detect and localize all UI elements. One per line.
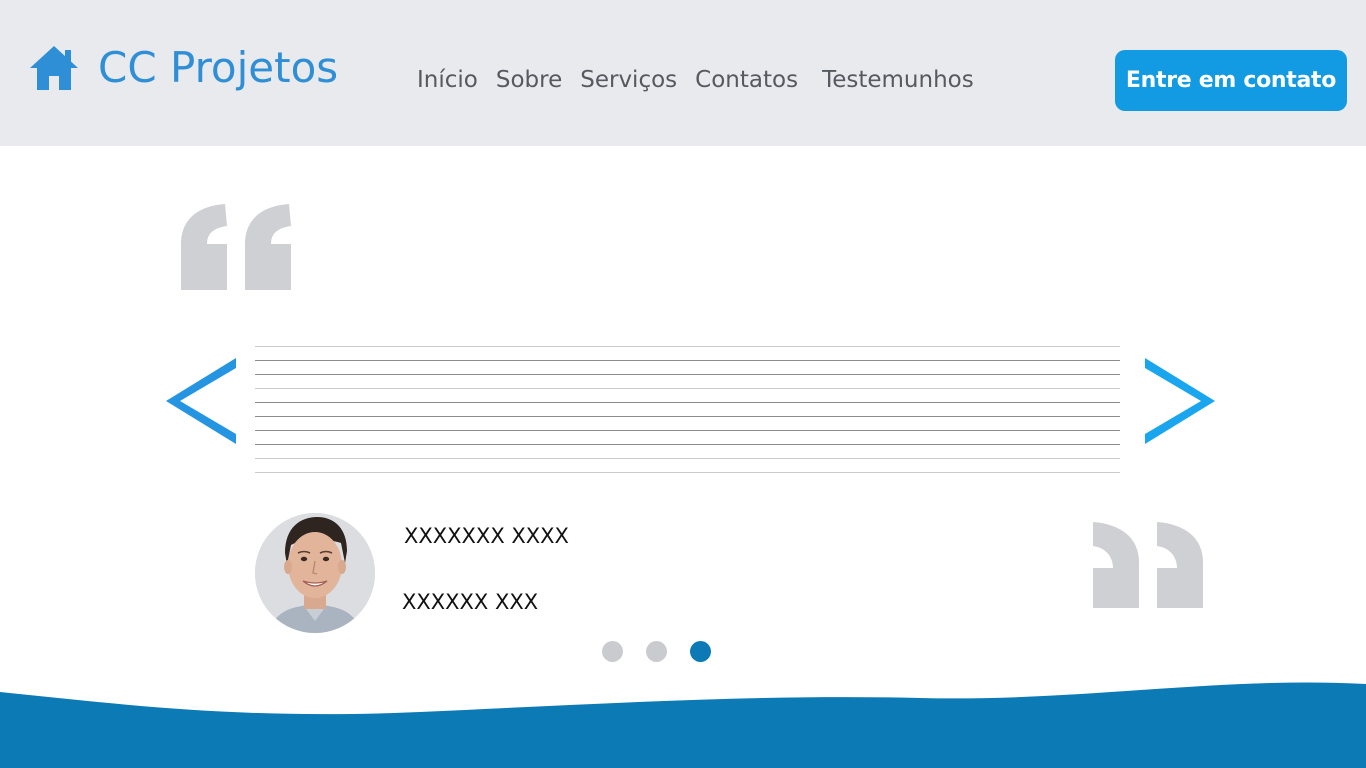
nav-item-contatos[interactable]: Contatos bbox=[695, 68, 798, 92]
carousel-dot-2[interactable] bbox=[646, 641, 667, 662]
nav-item-sobre[interactable]: Sobre bbox=[496, 68, 562, 92]
nav-item-servicos[interactable]: Serviços bbox=[580, 68, 677, 92]
avatar bbox=[255, 513, 375, 633]
nav-item-testemunhos[interactable]: Testemunhos bbox=[822, 68, 974, 92]
open-quote-icon bbox=[181, 204, 291, 290]
close-quote-icon bbox=[1093, 522, 1203, 608]
avatar-photo bbox=[255, 513, 375, 633]
chevron-left-icon[interactable] bbox=[166, 358, 236, 444]
carousel-dot-1[interactable] bbox=[602, 641, 623, 662]
carousel-dot-3-active[interactable] bbox=[690, 641, 711, 662]
person-role: XXXXXX XXX bbox=[402, 590, 539, 614]
footer-wave bbox=[0, 682, 1366, 768]
contact-button[interactable]: Entre em contato bbox=[1115, 50, 1347, 111]
testimonial-text-placeholder bbox=[255, 346, 1120, 474]
brand-name: CC Projetos bbox=[98, 43, 339, 92]
nav-item-inicio[interactable]: Início bbox=[417, 68, 478, 92]
chevron-right-icon[interactable] bbox=[1145, 358, 1215, 444]
main-nav: Início Sobre Serviços Contatos Testemunh… bbox=[417, 64, 974, 96]
home-icon bbox=[30, 46, 78, 90]
brand-logo[interactable]: CC Projetos bbox=[28, 44, 338, 92]
person-name: XXXXXXX XXXX bbox=[404, 524, 569, 548]
carousel-dots bbox=[602, 641, 711, 662]
site-header: CC Projetos Início Sobre Serviços Contat… bbox=[0, 0, 1366, 146]
